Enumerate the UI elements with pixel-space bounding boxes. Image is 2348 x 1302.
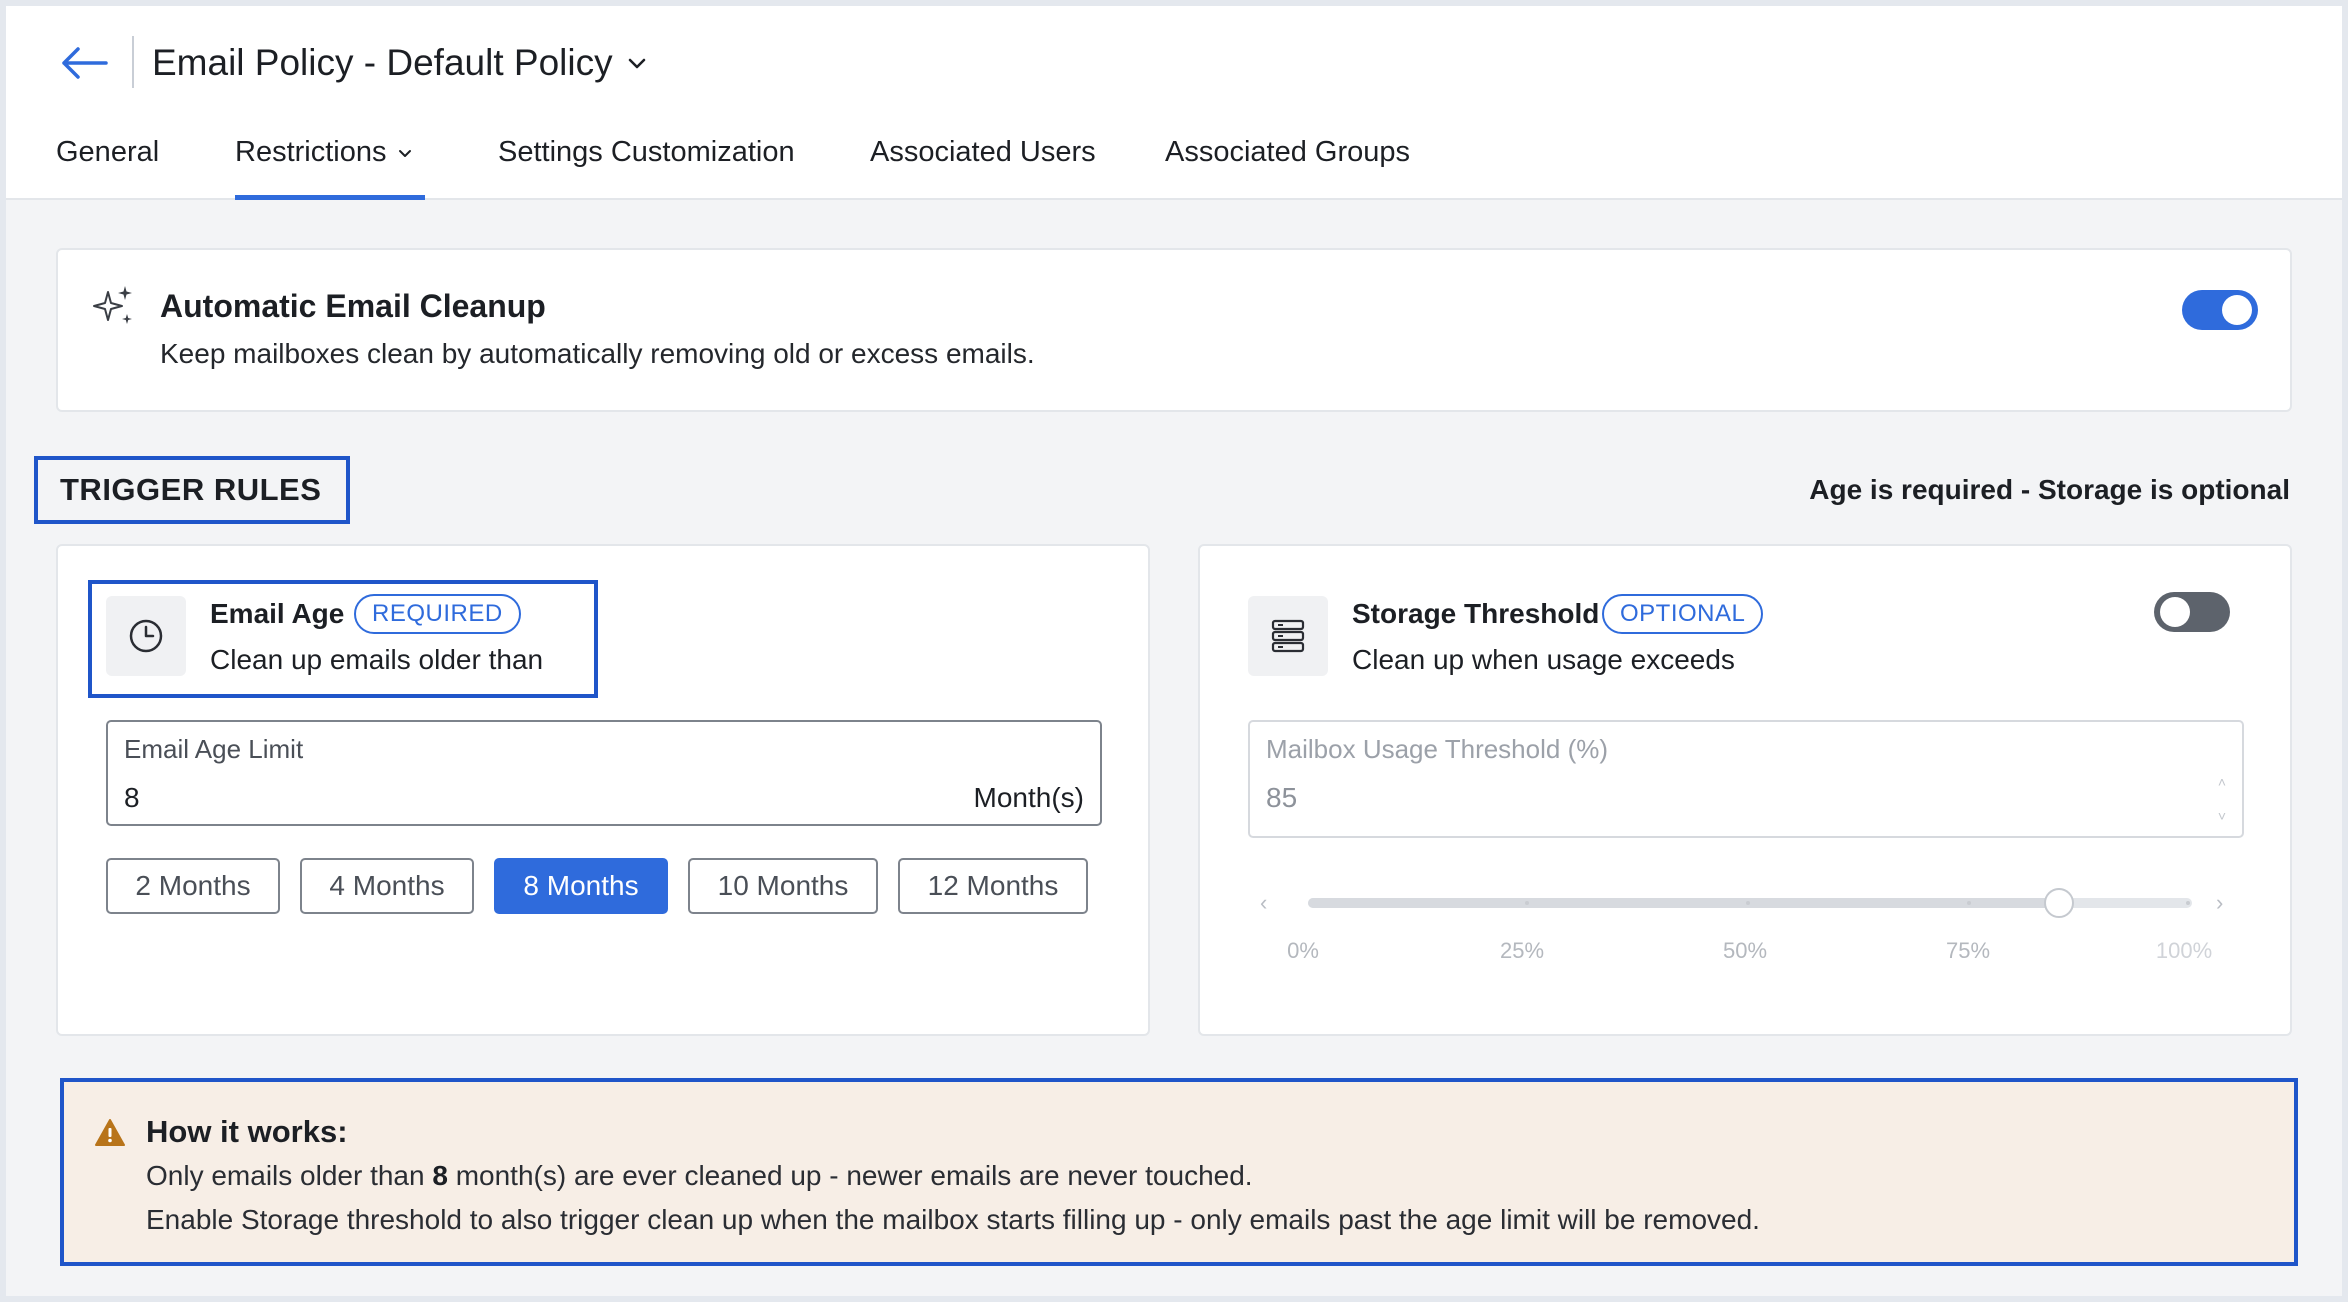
how-it-works-title: How it works:: [146, 1114, 348, 1149]
tab-bar: General Restrictions Settings Customizat…: [6, 124, 2342, 200]
email-age-subtitle: Clean up emails older than: [210, 644, 544, 675]
cleanup-card: Automatic Email Cleanup Keep mailboxes c…: [56, 248, 2292, 412]
slider-tick-label: 50%: [1722, 938, 1768, 963]
chevron-down-icon: ˅: [2217, 808, 2227, 824]
rules-hint: Age is required - Storage is optional: [1809, 474, 2290, 505]
sparkle-icon: [93, 286, 132, 324]
slider-tick-label: 75%: [1945, 938, 1991, 963]
storage-icon: [1271, 619, 1305, 653]
email-age-title: Email Age: [210, 598, 345, 629]
required-badge: REQUIRED: [354, 594, 521, 634]
tab-label: Associated Users: [870, 136, 1096, 168]
tab-label: Settings Customization: [498, 136, 795, 168]
chevron-down-icon: [398, 150, 411, 157]
slider-prev-arrow[interactable]: ‹: [1260, 890, 1267, 916]
cleanup-title: Automatic Email Cleanup: [160, 288, 546, 324]
tab-associated-users[interactable]: Associated Users: [870, 124, 1096, 200]
tab-label: Restrictions: [235, 136, 387, 168]
preset-12-months[interactable]: 12 Months: [898, 858, 1088, 914]
slider-fill: [1308, 898, 2060, 908]
email-age-limit-field: Email Age Limit Month(s): [106, 720, 1102, 826]
preset-8-months[interactable]: 8 Months: [494, 858, 668, 914]
email-age-unit: Month(s): [973, 782, 1084, 813]
arrow-left-icon: [62, 47, 108, 79]
preset-10-months[interactable]: 10 Months: [688, 858, 878, 914]
storage-threshold-title: Storage Threshold: [1352, 598, 1600, 629]
warning-icon: [95, 1119, 125, 1146]
toggle-knob: [2222, 295, 2252, 325]
mailbox-usage-threshold-label: Mailbox Usage Threshold (%): [1266, 734, 1608, 764]
slider-next-arrow[interactable]: ›: [2216, 890, 2223, 916]
info-age-value: 8: [432, 1160, 448, 1191]
email-age-limit-label: Email Age Limit: [124, 734, 304, 764]
slider-tick-dot: [1967, 901, 1971, 905]
storage-icon-tile: [1248, 596, 1328, 676]
app-frame: Email Policy - Default Policy General Re…: [6, 6, 2342, 1296]
number-stepper[interactable]: ˄ ˅: [2212, 774, 2232, 824]
slider-tick-label: 25%: [1499, 938, 1545, 963]
page-title: Email Policy - Default Policy: [152, 42, 613, 83]
preset-4-months[interactable]: 4 Months: [300, 858, 474, 914]
email-age-card: Email Age REQUIRED Clean up emails older…: [56, 544, 1150, 1036]
clock-icon-tile: [106, 596, 186, 676]
chevron-up-icon: ˄: [2217, 774, 2227, 790]
cleanup-toggle[interactable]: [2182, 290, 2258, 330]
page-header: Email Policy - Default Policy General Re…: [6, 6, 2342, 200]
cleanup-description: Keep mailboxes clean by automatically re…: [160, 338, 1035, 369]
slider-tick-label: 100%: [2155, 938, 2213, 963]
storage-threshold-subtitle: Clean up when usage exceeds: [1352, 644, 1735, 675]
chevron-down-icon: [628, 58, 645, 69]
preset-2-months[interactable]: 2 Months: [106, 858, 280, 914]
how-it-works-line-2: Enable Storage threshold to also trigger…: [146, 1204, 1760, 1235]
slider-tick-dot: [1746, 901, 1750, 905]
toggle-knob: [2160, 597, 2190, 627]
tab-restrictions[interactable]: Restrictions: [235, 124, 425, 200]
header-divider: [132, 36, 134, 88]
usage-threshold-slider[interactable]: [1308, 888, 2192, 918]
storage-threshold-toggle[interactable]: [2154, 592, 2230, 632]
slider-tick-dot: [2186, 901, 2190, 905]
tab-label: Associated Groups: [1165, 136, 1411, 168]
slider-tick-label: 0%: [1287, 938, 1319, 963]
clock-icon: [129, 619, 163, 653]
how-it-works-line-1: Only emails older than 8 month(s) are ev…: [146, 1160, 1253, 1192]
optional-badge: OPTIONAL: [1602, 594, 1764, 634]
tab-label: General: [56, 136, 160, 168]
policy-selector[interactable]: Email Policy - Default Policy: [152, 36, 647, 90]
tab-associated-groups[interactable]: Associated Groups: [1165, 124, 1410, 200]
info-text: month(s) are ever cleaned up - newer ema…: [447, 1160, 1253, 1191]
back-button[interactable]: [54, 36, 114, 90]
slider-tick-dot: [1525, 901, 1529, 905]
info-text: Only emails older than: [146, 1160, 433, 1191]
trigger-rules-heading: TRIGGER RULES: [34, 456, 350, 524]
tab-general[interactable]: General: [56, 124, 159, 200]
mailbox-usage-threshold-input[interactable]: [1266, 782, 1766, 814]
mailbox-usage-threshold-field: Mailbox Usage Threshold (%) ˄ ˅: [1248, 720, 2244, 838]
email-age-limit-input[interactable]: [124, 782, 624, 814]
tab-settings-customization[interactable]: Settings Customization: [498, 124, 795, 200]
how-it-works-box: How it works: Only emails older than 8 m…: [60, 1078, 2298, 1266]
